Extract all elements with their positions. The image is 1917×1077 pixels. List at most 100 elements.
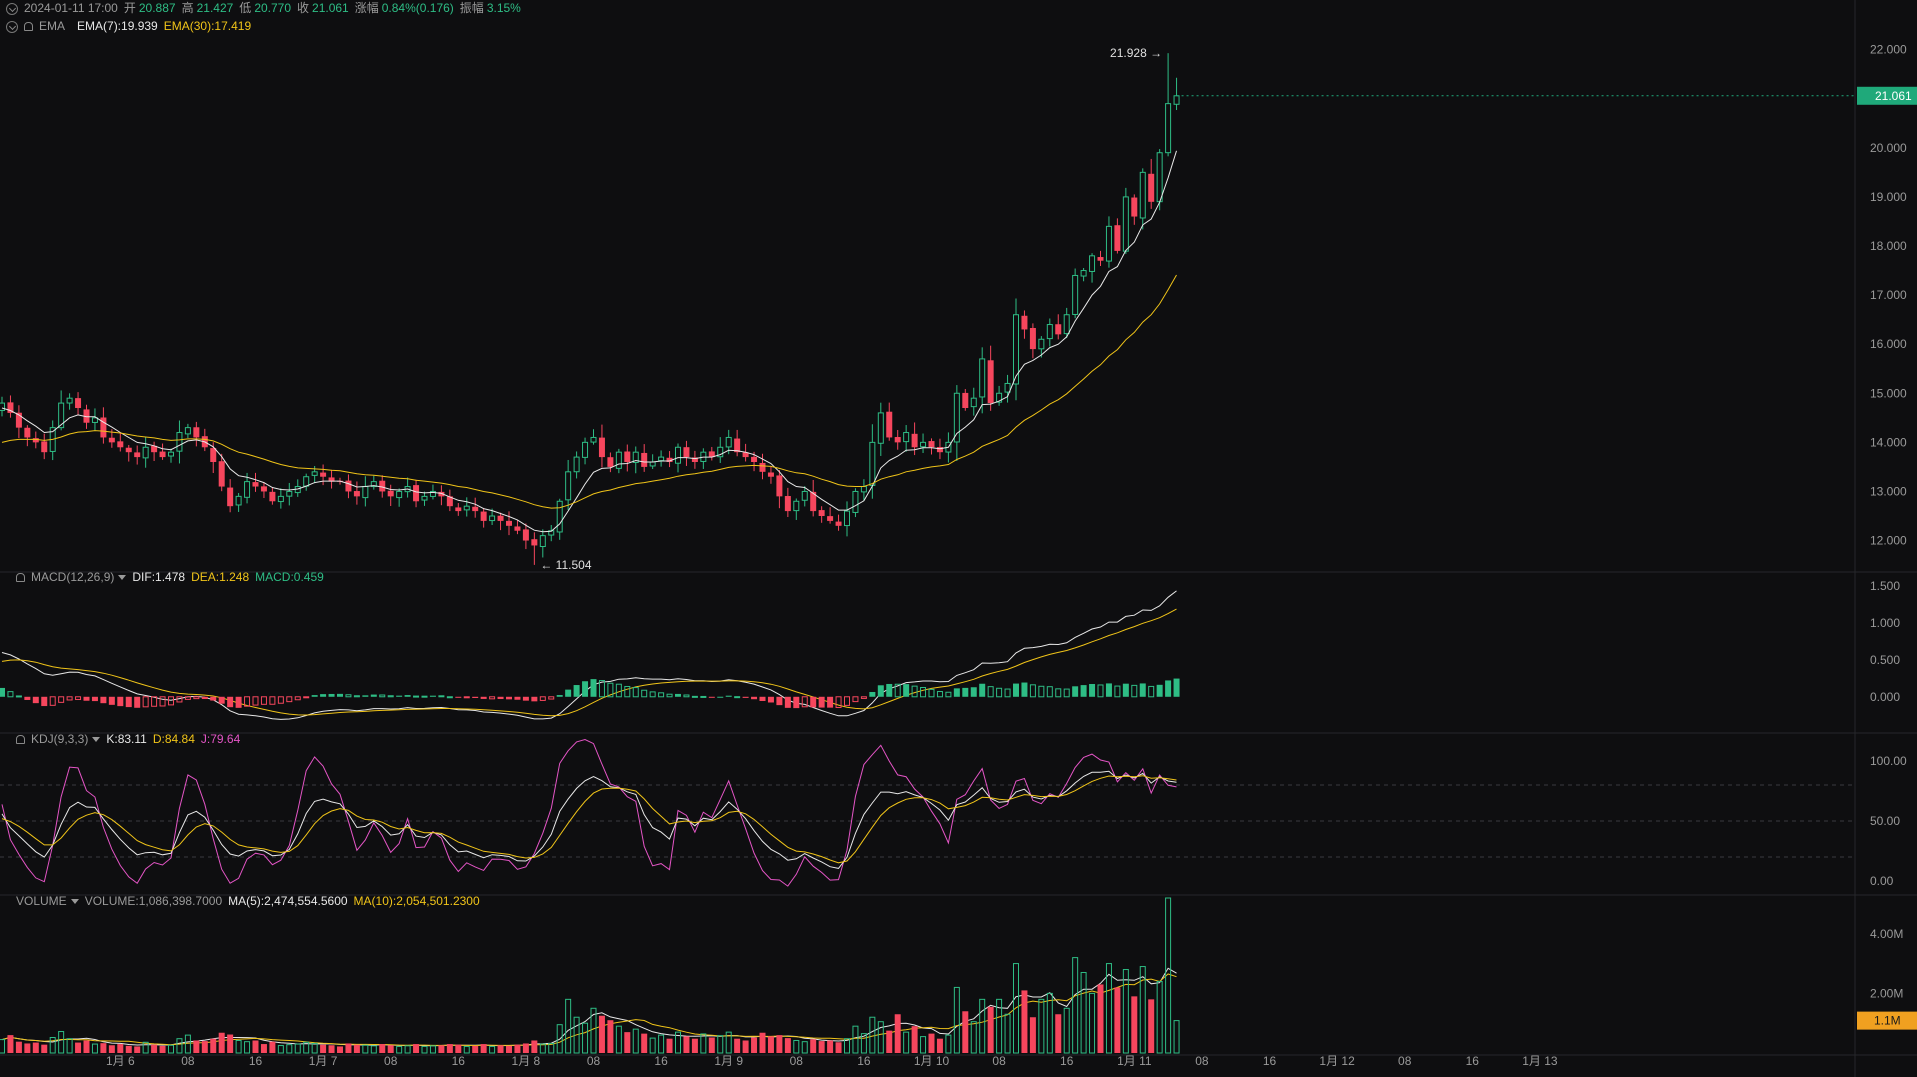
bell-icon[interactable] (16, 573, 25, 583)
macd-histogram-bar (7, 691, 14, 698)
volume-bar (1114, 987, 1121, 1053)
candle-body (1156, 152, 1163, 203)
macd-histogram-bar (413, 695, 420, 698)
candle-body (413, 485, 420, 502)
macd-histogram-bar (472, 696, 479, 698)
candle-body (210, 448, 217, 462)
candle-body (379, 480, 386, 492)
candle-body (1089, 255, 1096, 272)
macd-histogram-bar (277, 696, 284, 704)
indicator-lines (1, 150, 1177, 1047)
candle-body (1139, 171, 1146, 219)
macd-histogram-bar (58, 696, 65, 703)
bell-icon[interactable] (24, 22, 33, 32)
candle-body (489, 515, 496, 522)
open-value: 20.887 (138, 1, 176, 15)
collapse-icon[interactable] (6, 20, 18, 33)
volume-bar (582, 1022, 589, 1054)
macd-histogram-bar (1021, 682, 1028, 697)
candle-body (1046, 324, 1053, 340)
candle-body (1038, 338, 1045, 350)
volume-bar (1063, 1007, 1070, 1054)
macd-histogram-bar (184, 696, 191, 700)
macd-histogram-bar (1029, 684, 1036, 698)
dropdown-icon[interactable] (92, 737, 101, 743)
candle-body (1021, 315, 1028, 330)
volume-bar (66, 1038, 73, 1054)
candle-body (193, 427, 200, 438)
candle-body (649, 461, 656, 467)
price-tick-label: 13.000 (1870, 484, 1907, 498)
price-tick-label: 18.000 (1870, 239, 1907, 253)
volume-bar (480, 1044, 487, 1053)
macd-histogram-bar (463, 696, 470, 699)
macd-tick-label: 0.500 (1870, 653, 1900, 667)
volume-bar (835, 1042, 842, 1053)
change-value: 0.84%(0.176) (381, 1, 454, 15)
macd-histogram-bar (793, 696, 800, 709)
macd-histogram-bar (159, 696, 166, 707)
macd-histogram-bar (0, 687, 5, 697)
macd-histogram-bar (1004, 688, 1011, 698)
macd-histogram-bar (49, 696, 56, 706)
volume-bar (0, 1039, 5, 1054)
volume-ma10-line (1, 973, 1177, 1047)
macd-histogram-bar (860, 696, 867, 699)
collapse-icon[interactable] (6, 2, 18, 15)
volume-bar (244, 1041, 251, 1054)
bell-icon[interactable] (16, 735, 25, 745)
header-datetime: 2024-01-11 17:00 (24, 1, 118, 15)
macd-histogram-bar (75, 696, 82, 701)
trading-chart[interactable]: 22.00021.00020.00019.00018.00017.00016.0… (0, 0, 1917, 1077)
low-value: 20.770 (254, 1, 292, 15)
volume-bar (159, 1045, 166, 1053)
candle-body (1114, 225, 1121, 251)
macd-histogram-bar (497, 696, 504, 700)
x-tick-label: 1月 12 (1319, 1054, 1355, 1068)
volume-bar (134, 1046, 141, 1053)
macd-histogram-bar (767, 696, 774, 703)
candle-body (311, 471, 318, 476)
volume-bar (953, 986, 960, 1054)
macd-histogram-bar (1156, 684, 1163, 697)
candle-body (598, 437, 605, 458)
volume-bar (767, 1036, 774, 1053)
macd-histogram-bar (996, 687, 1003, 698)
candle-body (767, 472, 774, 477)
macd-histogram-bar (852, 696, 859, 703)
candle-body (776, 475, 783, 497)
x-tick-label: 16 (654, 1054, 668, 1068)
price-tick-label: 16.000 (1870, 337, 1907, 351)
price-markers: 21.061 21.928 → ← 11.504 1.1M (540, 46, 1917, 1030)
volume-bar (801, 1041, 808, 1054)
macd-histogram-bar (142, 696, 149, 708)
macd-histogram-bar (886, 683, 893, 697)
candle-body (142, 446, 149, 459)
j-value: J:79.64 (200, 732, 241, 746)
price-tick-label: 19.000 (1870, 190, 1907, 204)
macd-histogram-bar (987, 686, 994, 698)
dif-value: DIF:1.478 (132, 570, 186, 584)
x-tick-label: 1月 7 (309, 1054, 338, 1068)
macd-histogram-bar (506, 696, 512, 700)
macd-histogram-bar (91, 696, 98, 702)
volume-bar (632, 1028, 639, 1054)
candle-body (396, 490, 403, 499)
volume-bar (193, 1040, 200, 1053)
d-line (1, 775, 1177, 864)
macd-histogram-bar (818, 696, 825, 708)
volume-bar (235, 1039, 242, 1054)
macd-histogram-bar (1105, 683, 1112, 697)
macd-histogram-bar (700, 695, 707, 698)
dropdown-icon[interactable] (118, 575, 127, 581)
macd-histogram-bar (218, 696, 225, 704)
candle-body (66, 397, 73, 404)
macd-histogram-bar (877, 685, 884, 697)
kdj-name: KDJ(9,3,3) (31, 732, 89, 746)
macd-histogram-bar (193, 696, 200, 700)
macd-tick-label: 0.000 (1870, 690, 1900, 704)
x-tick-label: 16 (1263, 1054, 1277, 1068)
volume-header: VOLUME VOLUME:1,086,398.7000 MA(5):2,474,5… (16, 893, 486, 909)
candle-body (1080, 270, 1087, 277)
dropdown-icon[interactable] (70, 899, 79, 905)
